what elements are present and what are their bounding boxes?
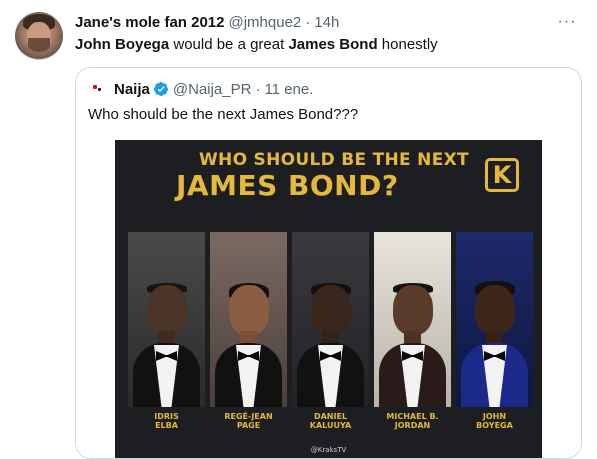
quoted-media-image[interactable]: WHO SHOULD BE THE NEXT JAMES BOND? K IDR…	[115, 140, 542, 458]
tweet-text: John Boyega would be a great James Bond …	[75, 35, 438, 55]
author-avatar[interactable]	[15, 12, 63, 60]
avatar-beard	[28, 38, 50, 52]
candidate-names: IDRIS ELBA REGÉ-JEAN PAGE DANIEL KALUUYA MI…	[128, 412, 534, 442]
candidate-name: MICHAEL B. JORDAN	[374, 412, 451, 430]
portrait-row	[128, 232, 534, 407]
candidate-name: IDRIS ELBA	[128, 412, 205, 430]
portrait-michael-b-jordan	[374, 232, 451, 407]
candidate-first-name: DANIEL	[313, 412, 348, 421]
candidate-name: REGÉ-JEAN PAGE	[210, 412, 287, 430]
more-horizontal-icon[interactable]: ···	[557, 12, 577, 32]
candidate-name: JOHN BOYEGA	[456, 412, 533, 430]
candidate-first-name: JOHN	[482, 412, 507, 421]
portrait-head	[147, 285, 187, 335]
quoted-author-avatar	[88, 79, 108, 99]
candidate-last-name: ELBA	[155, 421, 178, 430]
portrait-head	[229, 285, 269, 335]
avatar-mark-dark	[98, 88, 101, 91]
portrait-john-boyega	[456, 232, 533, 407]
portrait-idris-elba	[128, 232, 205, 407]
tweet-text-plain-2: honestly	[377, 36, 438, 53]
portrait-daniel-kaluuya	[292, 232, 369, 407]
author-display-name[interactable]: Jane's mole fan 2012	[75, 14, 224, 31]
quoted-tweet-header: Naija @Naija_PR · 11 ene.	[88, 79, 313, 99]
candidate-last-name: PAGE	[236, 421, 261, 430]
media-headline-large: JAMES BOND?	[176, 169, 399, 202]
author-handle[interactable]: @jmhque2	[228, 14, 301, 31]
candidate-first-name: MICHAEL B.	[386, 412, 439, 421]
portrait-head	[393, 285, 433, 335]
portrait-head	[311, 285, 351, 335]
candidate-last-name: JORDAN	[394, 421, 431, 430]
quoted-author-name: Naija	[114, 80, 150, 98]
media-credit: @KraksTV	[310, 446, 347, 454]
portrait-rege-jean-page	[210, 232, 287, 407]
candidate-first-name: REGÉ-JEAN	[224, 412, 273, 421]
candidate-first-name: IDRIS	[154, 412, 179, 421]
avatar-mark-red	[93, 85, 97, 89]
kraks-logo: K	[485, 158, 519, 192]
quoted-separator-dot: ·	[255, 80, 261, 98]
quoted-tweet-text: Who should be the next James Bond???	[88, 106, 359, 123]
tweet-header: Jane's mole fan 2012 @jmhque2 · 14h	[75, 12, 577, 32]
quoted-tweet[interactable]: Naija @Naija_PR · 11 ene. Who should be …	[75, 67, 582, 459]
portrait-head	[475, 285, 515, 335]
tweet-text-plain-1: would be a great	[169, 36, 289, 53]
candidate-last-name: KALUUYA	[309, 421, 352, 430]
tweet-text-bold-2: James Bond	[288, 36, 378, 53]
verified-badge-icon	[153, 82, 168, 96]
candidate-last-name: BOYEGA	[476, 421, 513, 430]
tweet-text-bold-1: John Boyega	[75, 36, 170, 53]
quoted-timestamp: 11 ene.	[264, 80, 314, 98]
candidate-name: DANIEL KALUUYA	[292, 412, 369, 430]
separator-dot: ·	[305, 13, 311, 31]
tweet-timestamp[interactable]: 14h	[314, 14, 339, 31]
media-headline-small: WHO SHOULD BE THE NEXT	[199, 150, 469, 170]
quoted-author-handle: @Naija_PR	[172, 80, 252, 98]
